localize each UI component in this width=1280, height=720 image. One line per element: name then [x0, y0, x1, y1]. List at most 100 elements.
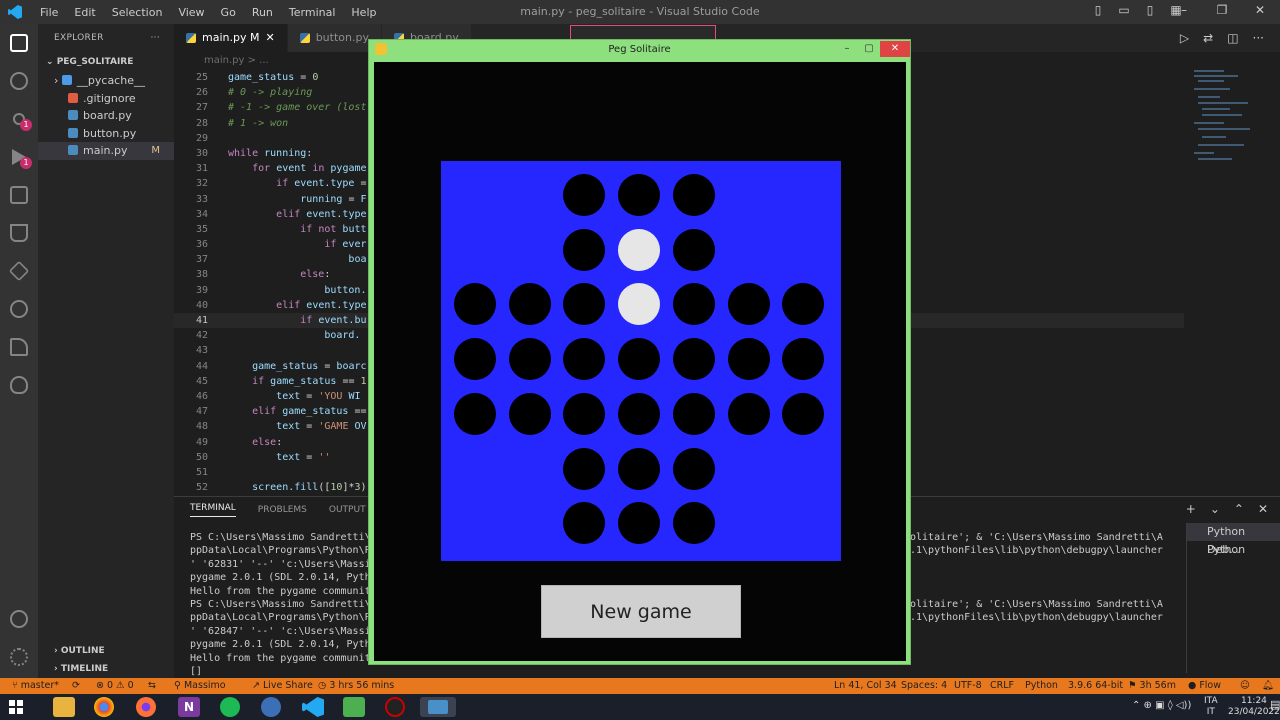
- peg[interactable]: [563, 174, 606, 216]
- settings-activity[interactable]: [0, 638, 38, 676]
- terminal-instance[interactable]: Python: [1187, 541, 1280, 559]
- python-interpreter[interactable]: 3.9.6 64-bit: [1068, 678, 1123, 694]
- notifications-icon[interactable]: 🔔︎: [1262, 678, 1274, 694]
- menu-item-edit[interactable]: Edit: [74, 6, 95, 19]
- peg[interactable]: [672, 338, 715, 381]
- search-activity[interactable]: [0, 62, 38, 100]
- maximize-panel-icon[interactable]: ⌃: [1234, 502, 1244, 516]
- firefox-icon[interactable]: [136, 697, 156, 717]
- testing-activity[interactable]: [0, 214, 38, 252]
- panel-tab-problems[interactable]: PROBLEMS: [258, 505, 307, 515]
- menu-item-run[interactable]: Run: [252, 6, 273, 19]
- pygame-taskbar-icon[interactable]: [420, 697, 456, 717]
- user-indicator[interactable]: ⚲ Massimo: [174, 678, 226, 694]
- project-folder[interactable]: ⌄ PEG_SOLITAIRE: [38, 52, 174, 72]
- minimap[interactable]: [1190, 66, 1270, 186]
- file-explorer-icon[interactable]: [53, 697, 75, 717]
- file-item[interactable]: main.py M: [38, 142, 174, 160]
- flow-indicator[interactable]: ● Flow: [1188, 678, 1221, 694]
- explorer-activity[interactable]: [0, 24, 38, 62]
- split-editor-icon[interactable]: ◫: [1227, 31, 1238, 45]
- menu-item-help[interactable]: Help: [351, 6, 376, 19]
- terminal-output[interactable]: PS C:\Users\Massimo Sandretti\ ppData\Loc…: [190, 531, 371, 678]
- toggle-panel-icon[interactable]: ▭: [1118, 4, 1130, 16]
- empty-hole[interactable]: [618, 228, 661, 271]
- paw-activity[interactable]: [0, 366, 38, 404]
- run-icon[interactable]: ▷: [1180, 31, 1189, 45]
- peg[interactable]: [618, 174, 661, 216]
- menu-item-file[interactable]: File: [40, 6, 58, 19]
- file-item[interactable]: button.py: [38, 125, 174, 143]
- accounts-status-icon[interactable]: ☺: [1240, 678, 1250, 694]
- outline-section[interactable]: › OUTLINE: [38, 642, 174, 660]
- peg[interactable]: [454, 392, 496, 435]
- line-ending[interactable]: CRLF: [990, 678, 1014, 694]
- peg[interactable]: [672, 447, 715, 490]
- notification-center-icon[interactable]: ▤: [1270, 698, 1280, 711]
- close-icon[interactable]: ✕: [1254, 4, 1266, 16]
- menu-item-terminal[interactable]: Terminal: [289, 6, 336, 19]
- panel-tab-terminal[interactable]: TERMINAL: [190, 503, 236, 517]
- cursor-position[interactable]: Ln 41, Col 34: [834, 678, 897, 694]
- extensions-activity[interactable]: [0, 176, 38, 214]
- file-item[interactable]: .gitignore: [38, 90, 174, 108]
- tab-main-py[interactable]: main.py M ✕: [174, 24, 288, 52]
- chrome-icon[interactable]: [94, 697, 114, 717]
- sync-icon[interactable]: ⟳: [72, 678, 80, 694]
- panel-tab-output[interactable]: OUTPUT: [329, 505, 366, 515]
- timer-indicator[interactable]: ⚑ 3h 56m: [1128, 678, 1176, 694]
- peg[interactable]: [672, 174, 715, 216]
- peg[interactable]: [563, 283, 606, 326]
- remote-icon[interactable]: ⇆: [148, 678, 156, 694]
- peg[interactable]: [618, 447, 661, 490]
- source-control-activity[interactable]: 1: [0, 100, 38, 138]
- peg[interactable]: [454, 338, 496, 381]
- peg[interactable]: [727, 338, 770, 381]
- language-indicator[interactable]: ITA IT: [1204, 696, 1218, 718]
- menu-item-selection[interactable]: Selection: [112, 6, 163, 19]
- more-actions-icon[interactable]: ···: [1253, 31, 1264, 45]
- peg[interactable]: [618, 392, 661, 435]
- file-item[interactable]: › __pycache__: [38, 72, 174, 90]
- empty-hole[interactable]: [618, 283, 661, 326]
- peg[interactable]: [563, 228, 606, 271]
- run-debug-activity[interactable]: 1: [0, 138, 38, 176]
- vscode-taskbar-icon[interactable]: [302, 697, 324, 717]
- peg[interactable]: [672, 392, 715, 435]
- peg[interactable]: [672, 502, 715, 545]
- peg[interactable]: [563, 502, 606, 545]
- peg[interactable]: [618, 338, 661, 381]
- terminal-output-overflow[interactable]: olitaire'; & 'C:\Users\Massimo Sandretti…: [910, 531, 1163, 625]
- live-share-activity[interactable]: [0, 328, 38, 366]
- accounts-activity[interactable]: [0, 600, 38, 638]
- pygame-maximize-icon[interactable]: ▢: [858, 41, 880, 57]
- peg[interactable]: [508, 283, 551, 326]
- tray-icons[interactable]: ⌃ ⊕ ▣ ◊ ◁)): [1132, 700, 1191, 711]
- new-game-button[interactable]: New game: [541, 585, 741, 638]
- app-icon[interactable]: [261, 697, 281, 717]
- timeline-section[interactable]: › TIMELINE: [38, 660, 174, 678]
- peg[interactable]: [782, 283, 825, 326]
- terminal-instance[interactable]: Python Deb...: [1187, 523, 1280, 556]
- layers-activity[interactable]: [0, 252, 38, 290]
- peg[interactable]: [454, 283, 496, 326]
- spotify-taskbar-icon[interactable]: [220, 697, 240, 717]
- live-share-indicator[interactable]: ↗ Live Share: [252, 678, 313, 694]
- pygame-minimize-icon[interactable]: –: [836, 41, 858, 57]
- peg[interactable]: [508, 392, 551, 435]
- encoding[interactable]: UTF-8: [954, 678, 982, 694]
- peg[interactable]: [782, 392, 825, 435]
- peg[interactable]: [563, 392, 606, 435]
- branch-indicator[interactable]: ⑂ master*: [12, 678, 59, 694]
- language-mode[interactable]: Python: [1025, 678, 1058, 694]
- more-actions-icon[interactable]: ···: [151, 24, 160, 52]
- obs-icon[interactable]: [385, 697, 405, 717]
- spotify-activity[interactable]: [0, 290, 38, 328]
- peg[interactable]: [727, 283, 770, 326]
- problems-indicator[interactable]: ⊗ 0 ⚠ 0: [96, 678, 134, 694]
- peg[interactable]: [782, 338, 825, 381]
- peg[interactable]: [563, 338, 606, 381]
- peg[interactable]: [563, 447, 606, 490]
- editor-app-icon[interactable]: [343, 697, 365, 717]
- breadcrumb[interactable]: main.py > ...: [174, 52, 269, 70]
